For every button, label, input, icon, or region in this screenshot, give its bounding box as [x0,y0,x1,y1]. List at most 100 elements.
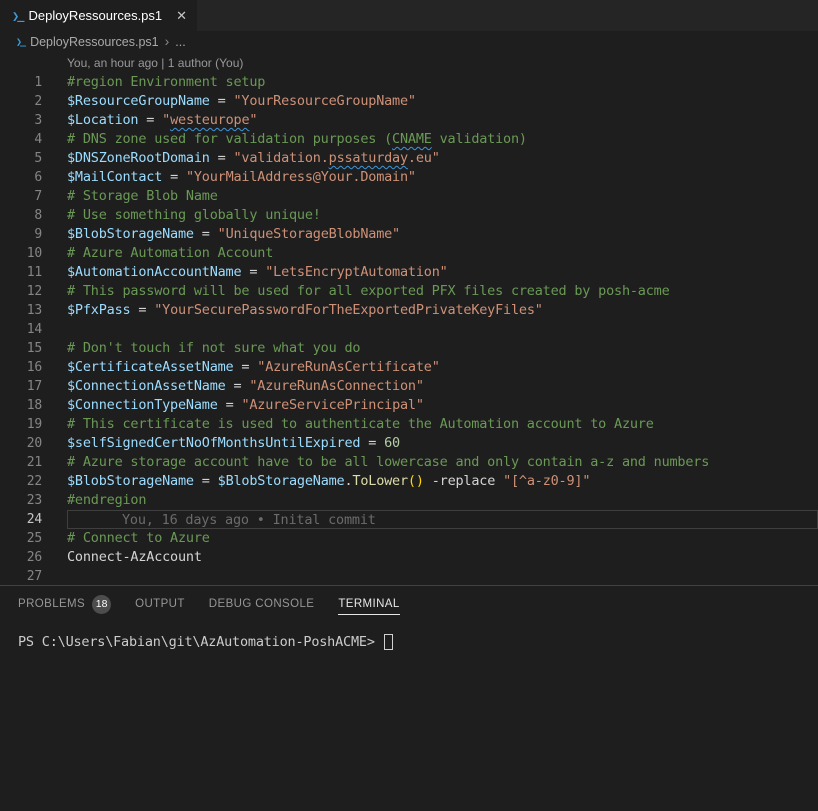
panel-tab-problems[interactable]: PROBLEMS18 [18,594,111,614]
line-number[interactable]: 20 [0,434,42,453]
line-number[interactable]: 15 [0,339,42,358]
terminal-cursor[interactable] [384,634,393,650]
code-line[interactable]: 4 # DNS zone used for validation purposes… [0,130,818,149]
line-content[interactable]: $PfxPass = "YourSecurePasswordForTheExpo… [67,301,818,320]
code-line[interactable]: 22 $BlobStorageName = $BlobStorageName.To… [0,472,818,491]
line-content[interactable]: $CertificateAssetName = "AzureRunAsCerti… [67,358,818,377]
code-line[interactable]: 9 $BlobStorageName = "UniqueStorageBlobNa… [0,225,818,244]
code-line[interactable]: 7 # Storage Blob Name [0,187,818,206]
code-line[interactable]: 8 # Use something globally unique! [0,206,818,225]
line-content[interactable]: # Azure storage account have to be all l… [67,453,818,472]
line-number[interactable]: 4 [0,130,42,149]
code-line[interactable]: 23 #endregion [0,491,818,510]
code-line[interactable]: 12 # This password will be used for all e… [0,282,818,301]
line-content[interactable]: # This password will be used for all exp… [67,282,818,301]
code-line[interactable]: 24 You, 16 days ago • Inital commit [0,510,818,529]
line-content[interactable]: You, 16 days ago • Inital commit [67,510,818,529]
line-number[interactable]: 6 [0,168,42,187]
codelens-blame[interactable]: You, an hour ago | 1 author (You) [0,53,818,73]
line-number[interactable]: 23 [0,491,42,510]
line-content[interactable]: $BlobStorageName = "UniqueStorageBlobNam… [67,225,818,244]
code-line[interactable]: 6 $MailContact = "YourMailAddress@Your.Do… [0,168,818,187]
panel-tab-terminal[interactable]: TERMINAL [338,594,399,615]
line-number[interactable]: 21 [0,453,42,472]
code-line[interactable]: 1 #region Environment setup [0,73,818,92]
line-number[interactable]: 17 [0,377,42,396]
line-number[interactable]: 14 [0,320,42,339]
panel-tab-bar: PROBLEMS18 OUTPUT DEBUG CONSOLE TERMINAL [0,586,818,622]
line-number[interactable]: 9 [0,225,42,244]
panel-tab-output[interactable]: OUTPUT [135,594,185,614]
line-content[interactable]: #region Environment setup [67,73,818,92]
bottom-panel: PROBLEMS18 OUTPUT DEBUG CONSOLE TERMINAL PS… [0,585,818,811]
line-content[interactable]: $ResourceGroupName = "YourResourceGroupN… [67,92,818,111]
line-content[interactable]: $selfSignedCertNoOfMonthsUntilExpired = … [67,434,818,453]
code-line[interactable]: 16 $CertificateAssetName = "AzureRunAsCer… [0,358,818,377]
terminal[interactable]: PS C:\Users\Fabian\git\AzAutomation-Posh… [0,622,818,650]
editor[interactable]: You, an hour ago | 1 author (You) 1 #regi… [0,53,818,586]
line-number[interactable]: 25 [0,529,42,548]
close-icon[interactable]: ✕ [176,8,187,24]
line-content[interactable]: # Storage Blob Name [67,187,818,206]
line-content[interactable]: $AutomationAccountName = "LetsEncryptAut… [67,263,818,282]
line-content[interactable]: # Azure Automation Account [67,244,818,263]
line-content[interactable]: $Location = "westeurope" [67,111,818,130]
line-content[interactable]: $ConnectionTypeName = "AzureServicePrinc… [67,396,818,415]
line-content[interactable]: # Don't touch if not sure what you do [67,339,818,358]
code-line[interactable]: 14 [0,320,818,339]
code-line[interactable]: 20 $selfSignedCertNoOfMonthsUntilExpired … [0,434,818,453]
code-line[interactable]: 5 $DNSZoneRootDomain = "validation.pssatu… [0,149,818,168]
code-line[interactable]: 18 $ConnectionTypeName = "AzureServicePri… [0,396,818,415]
line-content[interactable]: # DNS zone used for validation purposes … [67,130,818,149]
line-number[interactable]: 3 [0,111,42,130]
line-content[interactable]: $DNSZoneRootDomain = "validation.pssatur… [67,149,818,168]
line-content[interactable]: #endregion [67,491,818,510]
powershell-icon: ❯_ [12,9,22,23]
terminal-prompt: PS C:\Users\Fabian\git\AzAutomation-Posh… [18,634,375,650]
line-content[interactable]: $MailContact = "YourMailAddress@Your.Dom… [67,168,818,187]
tab-label: DeployRessources.ps1 [28,8,162,23]
code-line[interactable]: 13 $PfxPass = "YourSecurePasswordForTheEx… [0,301,818,320]
code-line[interactable]: 11 $AutomationAccountName = "LetsEncryptA… [0,263,818,282]
code-line[interactable]: 21 # Azure storage account have to be all… [0,453,818,472]
panel-tab-debug-console[interactable]: DEBUG CONSOLE [209,594,315,614]
line-number[interactable]: 7 [0,187,42,206]
line-number[interactable]: 24 [0,510,42,529]
breadcrumb-file[interactable]: DeployRessources.ps1 [30,35,159,49]
line-number[interactable]: 2 [0,92,42,111]
line-number[interactable]: 22 [0,472,42,491]
line-number[interactable]: 27 [0,567,42,586]
line-number[interactable]: 10 [0,244,42,263]
code-line[interactable]: 25 # Connect to Azure [0,529,818,548]
line-number[interactable]: 19 [0,415,42,434]
line-number[interactable]: 18 [0,396,42,415]
code-line[interactable]: 10 # Azure Automation Account [0,244,818,263]
line-content[interactable]: Connect-AzAccount [67,548,818,567]
line-number[interactable]: 12 [0,282,42,301]
vscode-window: ❯_ DeployRessources.ps1 ✕ ❯_ DeployResso… [0,0,818,811]
line-content[interactable]: # Use something globally unique! [67,206,818,225]
code-line[interactable]: 27 [0,567,818,586]
line-number[interactable]: 8 [0,206,42,225]
line-content[interactable]: $BlobStorageName = $BlobStorageName.ToLo… [67,472,818,491]
tab-deployressources[interactable]: ❯_ DeployRessources.ps1 ✕ [0,0,197,31]
code-line[interactable]: 3 $Location = "westeurope" [0,111,818,130]
line-number[interactable]: 26 [0,548,42,567]
line-content[interactable] [67,320,818,339]
code-line[interactable]: 2 $ResourceGroupName = "YourResourceGroup… [0,92,818,111]
line-number[interactable]: 16 [0,358,42,377]
breadcrumb[interactable]: ❯_ DeployRessources.ps1 › ... [0,31,818,53]
line-number[interactable]: 13 [0,301,42,320]
line-content[interactable]: $ConnectionAssetName = "AzureRunAsConnec… [67,377,818,396]
breadcrumb-more[interactable]: ... [175,35,185,49]
line-content[interactable]: # Connect to Azure [67,529,818,548]
line-number[interactable]: 11 [0,263,42,282]
line-content[interactable] [67,567,818,586]
line-number[interactable]: 5 [0,149,42,168]
code-line[interactable]: 19 # This certificate is used to authenti… [0,415,818,434]
line-number[interactable]: 1 [0,73,42,92]
code-line[interactable]: 26 Connect-AzAccount [0,548,818,567]
line-content[interactable]: # This certificate is used to authentica… [67,415,818,434]
code-line[interactable]: 15 # Don't touch if not sure what you do [0,339,818,358]
code-line[interactable]: 17 $ConnectionAssetName = "AzureRunAsConn… [0,377,818,396]
